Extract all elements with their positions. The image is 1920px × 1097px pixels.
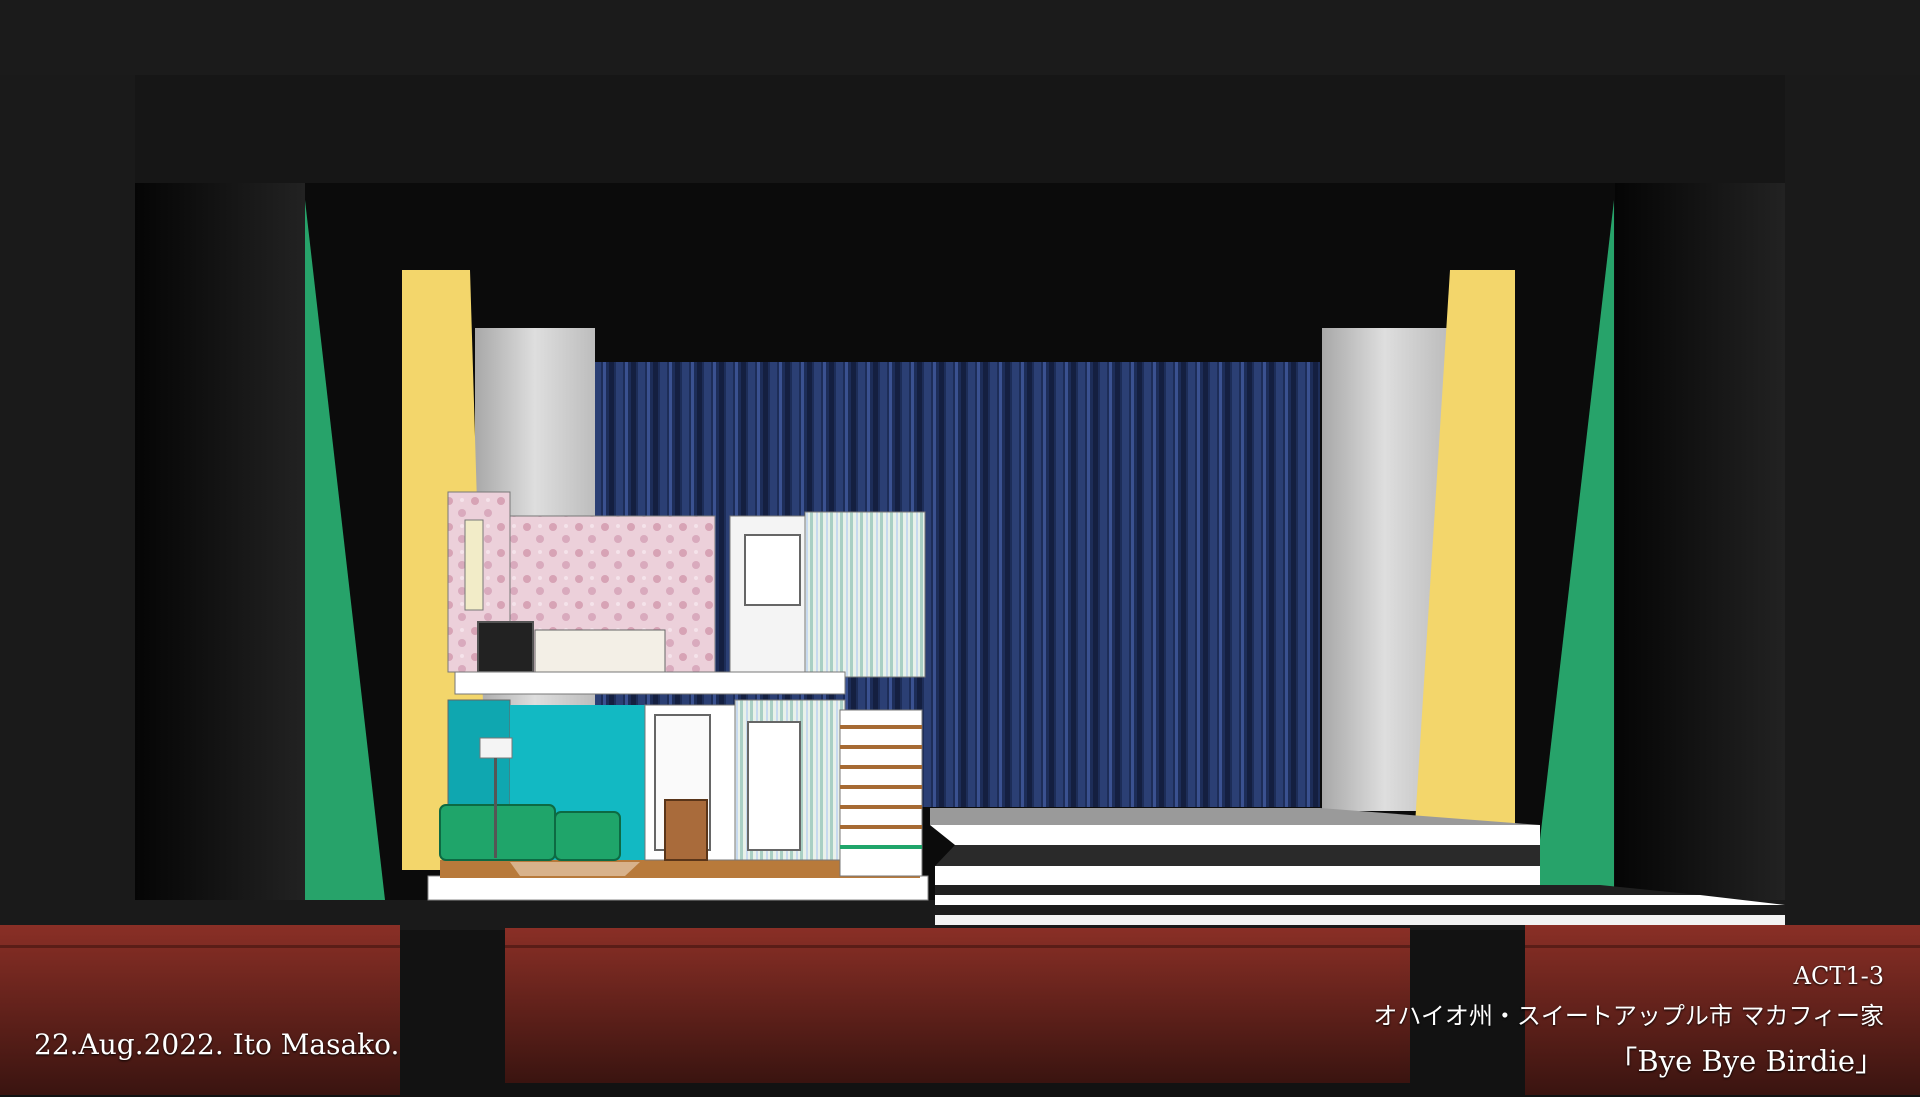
- upper-bed: [534, 629, 666, 673]
- upper-floor-slab: [454, 671, 846, 695]
- upper-door: [744, 534, 801, 606]
- scene-location: オハイオ州・スイートアップル市 マカフィー家: [1373, 1002, 1884, 1030]
- proscenium-top: [0, 0, 1920, 75]
- seat-block-center: [505, 928, 1410, 1083]
- house-base-platform: [427, 875, 929, 901]
- upper-window: [464, 519, 484, 611]
- stage-set-rendering: [0, 0, 1920, 1097]
- area-rug: [510, 862, 640, 876]
- designer-credit: 22.Aug.2022. Ito Masako.: [34, 1028, 400, 1061]
- proscenium-left: [0, 0, 135, 930]
- seat-divider: [0, 945, 400, 948]
- floor-lamp-pole: [494, 758, 497, 858]
- act-label: ACT1-3: [1793, 962, 1884, 990]
- green-armchair: [554, 811, 621, 861]
- floor-lamp-shade: [479, 737, 513, 759]
- proscenium-right: [1785, 0, 1920, 930]
- black-leg-left: [135, 183, 305, 903]
- upper-stripe-wall: [804, 511, 926, 678]
- lower-door-right: [747, 721, 801, 851]
- wooden-cabinet: [664, 799, 708, 861]
- border-1: [135, 75, 1785, 183]
- seat-block-left: [0, 925, 400, 1095]
- green-sofa: [439, 804, 556, 861]
- bedroom-tv: [477, 621, 534, 673]
- seat-divider: [505, 945, 1410, 948]
- staircase: [839, 709, 923, 877]
- seat-divider: [1525, 945, 1920, 948]
- black-leg-right: [1615, 183, 1785, 903]
- production-title: 「Bye Bye Birdie」: [1608, 1044, 1884, 1078]
